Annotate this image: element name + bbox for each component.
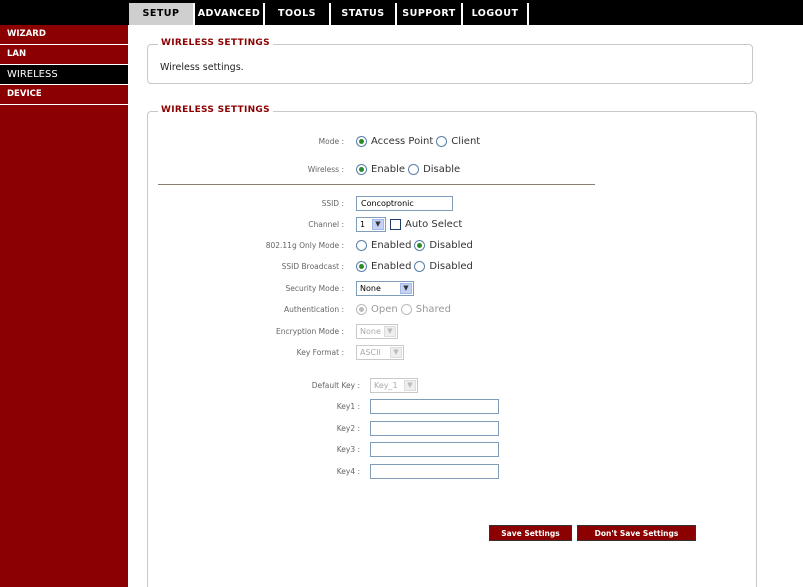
g-only-label: 802.11g Only Mode : (265, 240, 344, 250)
wireless-enable-label: Enable (371, 163, 406, 175)
key2-label: Key2 : (336, 423, 360, 433)
chevron-down-icon: ▼ (390, 346, 402, 358)
mode-access-point-radio[interactable] (356, 135, 367, 147)
wireless-disable-radio[interactable] (408, 163, 420, 175)
security-mode-select[interactable]: None ▼ (356, 280, 414, 296)
auto-select-label: Auto Select (405, 218, 463, 230)
tab-advanced[interactable]: ADVANCED (195, 3, 265, 25)
key3-label: Key3 : (336, 444, 360, 454)
key4-label: Key4 : (336, 466, 360, 476)
tab-tools[interactable]: TOOLS (265, 3, 331, 25)
encryption-mode-label: Encryption Mode : (276, 326, 344, 336)
sidebar-item-lan[interactable]: LAN (0, 45, 128, 65)
g-only-enabled-radio[interactable] (356, 239, 367, 251)
logo-area (0, 0, 128, 25)
wireless-settings-panel: WIRELESS SETTINGS Mode : Access Point Cl… (147, 105, 757, 587)
info-panel-legend: WIRELESS SETTINGS (158, 38, 273, 48)
g-only-enabled-label: Enabled (371, 239, 412, 251)
sidebar-item-wireless[interactable]: WIRELESS (0, 65, 128, 85)
sidebar: WIZARD LAN WIRELESS DEVICE (0, 25, 128, 587)
security-mode-value: None (360, 283, 381, 293)
security-mode-label: Security Mode : (285, 283, 344, 293)
ssid-broadcast-enabled-radio[interactable] (356, 260, 367, 272)
sidebar-item-device[interactable]: DEVICE (0, 85, 128, 105)
key-format-select[interactable]: ASCII ▼ (356, 344, 404, 360)
wireless-options: Enable Disable (356, 163, 461, 175)
settings-panel-legend: WIRELESS SETTINGS (158, 105, 273, 115)
ssid-broadcast-disabled-label: Disabled (429, 260, 473, 272)
g-only-disabled-label: Disabled (429, 239, 473, 251)
chevron-down-icon: ▼ (384, 325, 396, 337)
ssid-broadcast-enabled-label: Enabled (371, 260, 412, 272)
channel-value: 1 (360, 219, 366, 229)
key-format-label: Key Format : (296, 347, 344, 357)
key1-input[interactable] (370, 398, 499, 414)
tab-logout[interactable]: LOGOUT (463, 3, 529, 25)
mode-options: Access Point Client (356, 135, 481, 147)
wireless-enable-radio[interactable] (356, 163, 367, 175)
ssid-broadcast-disabled-radio[interactable] (414, 260, 426, 272)
tab-status[interactable]: STATUS (331, 3, 397, 25)
tab-setup[interactable]: SETUP (129, 3, 195, 25)
wireless-disable-label: Disable (423, 163, 461, 175)
wireless-label: Wireless : (307, 164, 344, 174)
channel-select[interactable]: 1 ▼ (356, 216, 386, 232)
chevron-down-icon: ▼ (400, 282, 412, 294)
section-divider (158, 184, 595, 185)
ssid-broadcast-label: SSID Broadcast : (281, 261, 344, 271)
encryption-mode-value: None (360, 326, 381, 336)
mode-label: Mode : (318, 136, 344, 146)
mode-access-point-label: Access Point (371, 135, 434, 147)
info-panel: WIRELESS SETTINGS Wireless settings. (147, 38, 753, 84)
key3-input[interactable] (370, 441, 499, 457)
default-key-label: Default Key : (311, 380, 360, 390)
default-key-select[interactable]: Key_1 ▼ (370, 377, 418, 393)
authentication-label: Authentication : (284, 304, 344, 314)
key4-input[interactable] (370, 463, 499, 479)
info-panel-description: Wireless settings. (160, 62, 244, 73)
chevron-down-icon: ▼ (372, 218, 384, 230)
auto-select-checkbox[interactable] (390, 218, 401, 230)
mode-client-radio[interactable] (436, 135, 448, 147)
dont-save-settings-button[interactable]: Don't Save Settings (577, 525, 696, 541)
key-format-value: ASCII (360, 347, 381, 357)
ssid-input[interactable]: Concoptronic (356, 195, 453, 211)
encryption-mode-select[interactable]: None ▼ (356, 323, 398, 339)
key1-label: Key1 : (336, 401, 360, 411)
auth-shared-radio[interactable] (400, 303, 412, 315)
auth-shared-label: Shared (415, 303, 451, 315)
default-key-value: Key_1 (374, 380, 398, 390)
mode-client-label: Client (451, 135, 481, 147)
sidebar-item-wizard[interactable]: WIZARD (0, 25, 128, 45)
g-only-disabled-radio[interactable] (414, 239, 426, 251)
save-settings-button[interactable]: Save Settings (489, 525, 572, 541)
tab-support[interactable]: SUPPORT (397, 3, 463, 25)
chevron-down-icon: ▼ (404, 379, 416, 391)
auth-open-radio[interactable] (356, 303, 367, 315)
nav-tabs: SETUP ADVANCED TOOLS STATUS SUPPORT LOGO… (129, 3, 529, 25)
top-nav-bar: SETUP ADVANCED TOOLS STATUS SUPPORT LOGO… (0, 0, 803, 25)
ssid-label: SSID : (321, 198, 344, 208)
key2-input[interactable] (370, 420, 499, 436)
channel-label: Channel : (308, 219, 344, 229)
auth-open-label: Open (371, 303, 398, 315)
